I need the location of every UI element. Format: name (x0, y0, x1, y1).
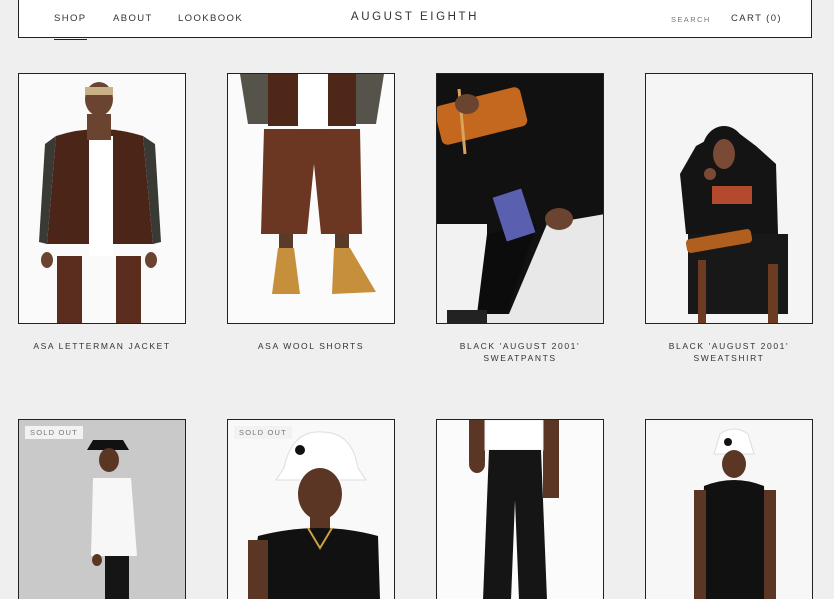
product-image[interactable] (645, 419, 813, 599)
product-card-6[interactable]: SOLD OUT (227, 419, 395, 599)
product-name[interactable]: BLACK 'AUGUST 2001' SWEATPANTS (436, 340, 604, 364)
product-image[interactable]: SOLD OUT (18, 419, 186, 599)
sold-out-badge: SOLD OUT (25, 426, 83, 439)
product-card-asa-wool-shorts[interactable]: ASA WOOL SHORTS (227, 73, 395, 352)
cart-link[interactable]: CART (0) (731, 13, 782, 24)
product-card-black-august-2001-sweatpants[interactable]: BLACK 'AUGUST 2001' SWEATPANTS (436, 73, 604, 364)
product-name[interactable]: BLACK 'AUGUST 2001' SWEATSHIRT (645, 340, 813, 364)
product-card-8[interactable] (645, 419, 813, 599)
product-image[interactable] (227, 73, 395, 324)
product-image[interactable] (436, 73, 604, 324)
search-link[interactable]: SEARCH (671, 15, 711, 24)
product-image[interactable] (436, 419, 604, 599)
product-image[interactable] (18, 73, 186, 324)
product-name[interactable]: ASA WOOL SHORTS (227, 340, 395, 352)
product-card-black-august-2001-sweatshirt[interactable]: BLACK 'AUGUST 2001' SWEATSHIRT (645, 73, 813, 364)
product-image[interactable] (645, 73, 813, 324)
site-header: SHOP ABOUT LOOKBOOK AUGUST EIGHTH SEARCH… (18, 0, 812, 40)
sold-out-badge: SOLD OUT (234, 426, 292, 439)
product-card-5[interactable]: SOLD OUT (18, 419, 186, 599)
product-name[interactable]: ASA LETTERMAN JACKET (18, 340, 186, 352)
product-card-7[interactable] (436, 419, 604, 599)
product-card-asa-letterman-jacket[interactable]: ASA LETTERMAN JACKET (18, 73, 186, 352)
product-image[interactable]: SOLD OUT (227, 419, 395, 599)
